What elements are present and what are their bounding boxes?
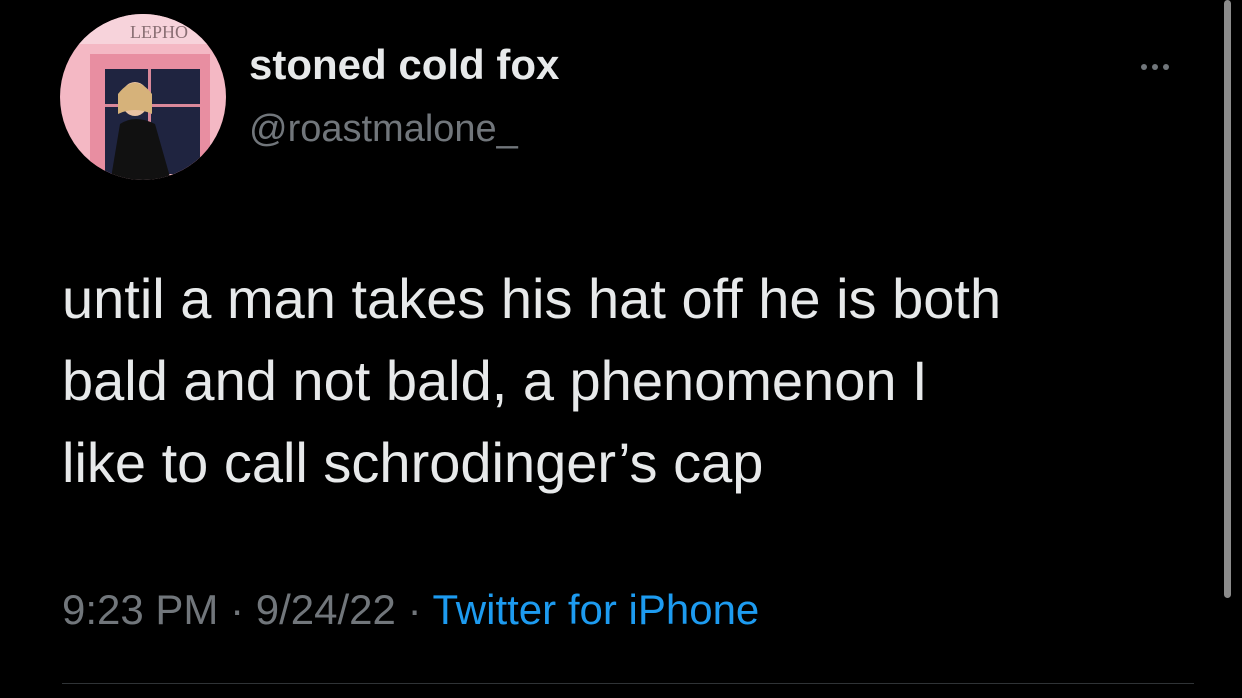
tweet-text-line: until a man takes his hat off he is both xyxy=(62,267,1002,330)
avatar-image: LEPHO xyxy=(60,14,226,180)
avatar-sign-text: LEPHO xyxy=(130,22,188,42)
meta-separator: · xyxy=(230,586,256,633)
tweet-text-line: like to call schrodinger’s cap xyxy=(62,431,764,494)
more-dot xyxy=(1163,64,1169,70)
tweet-text: until a man takes his hat off he is both… xyxy=(62,258,1212,504)
tweet-time[interactable]: 9:23 PM xyxy=(62,586,218,633)
more-horizontal-icon[interactable] xyxy=(1130,52,1180,82)
scrollbar[interactable] xyxy=(1224,0,1231,598)
meta-separator: · xyxy=(407,586,433,633)
more-dot xyxy=(1141,64,1147,70)
tweet-source-link[interactable]: Twitter for iPhone xyxy=(432,586,759,633)
user-handle[interactable]: @roastmalone_ xyxy=(249,110,518,148)
tweet-text-line: bald and not bald, a phenomenon I xyxy=(62,349,928,412)
display-name[interactable]: stoned cold fox xyxy=(249,44,559,86)
avatar[interactable]: LEPHO xyxy=(60,14,226,180)
tweet-meta: 9:23 PM · 9/24/22 · Twitter for iPhone xyxy=(62,589,759,631)
tweet-date[interactable]: 9/24/22 xyxy=(256,586,396,633)
more-dot xyxy=(1152,64,1158,70)
divider xyxy=(62,683,1194,684)
